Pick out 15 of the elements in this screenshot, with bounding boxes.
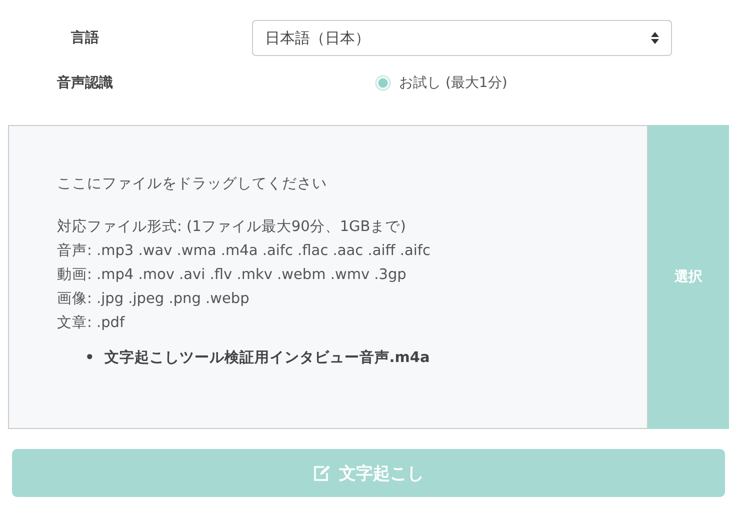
format-line: 文章: .pdf — [57, 314, 126, 333]
format-line: 音声: .mp3 .wav .wma .m4a .aifc .flac .aac .aiff .aifc — [57, 242, 432, 261]
format-line: 対応ファイル形式: (1ファイル最大90分、1GBまで) — [57, 218, 407, 237]
edit-icon — [313, 465, 331, 481]
field-label: 言語 — [70, 29, 100, 47]
bullet: • — [85, 349, 94, 368]
format-line: 画像: .jpg .jpeg .png .webp — [57, 290, 250, 309]
file-name: 文字起こしツール検証用インタビュー音声.m4a — [104, 348, 430, 368]
radio-option[interactable]: お試し (最大1分) — [375, 74, 508, 92]
language-select[interactable]: 日本語（日本） — [252, 20, 672, 56]
sort-caret-icon — [651, 32, 659, 44]
drop-prompt: ここにファイルをドラッグしてください — [57, 175, 328, 193]
format-line: 動画: .mp4 .mov .avi .flv .mkv .webm .wmv .3gp — [57, 266, 408, 285]
field-label: 音声認識 — [56, 74, 114, 92]
drop-zone[interactable] — [8, 125, 648, 429]
